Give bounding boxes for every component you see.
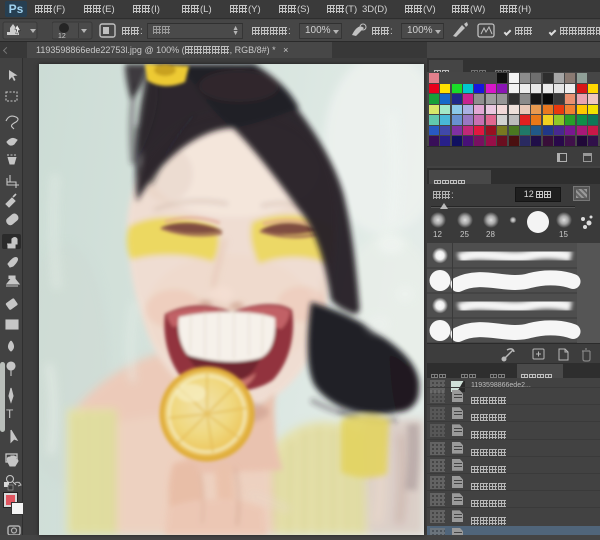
svg-text:12: 12	[58, 33, 66, 40]
svg-text:25: 25	[460, 230, 469, 239]
svg-text:15: 15	[559, 230, 568, 239]
svg-text:12: 12	[433, 230, 442, 239]
svg-text:28: 28	[486, 230, 495, 239]
svg-text:T: T	[6, 407, 14, 421]
